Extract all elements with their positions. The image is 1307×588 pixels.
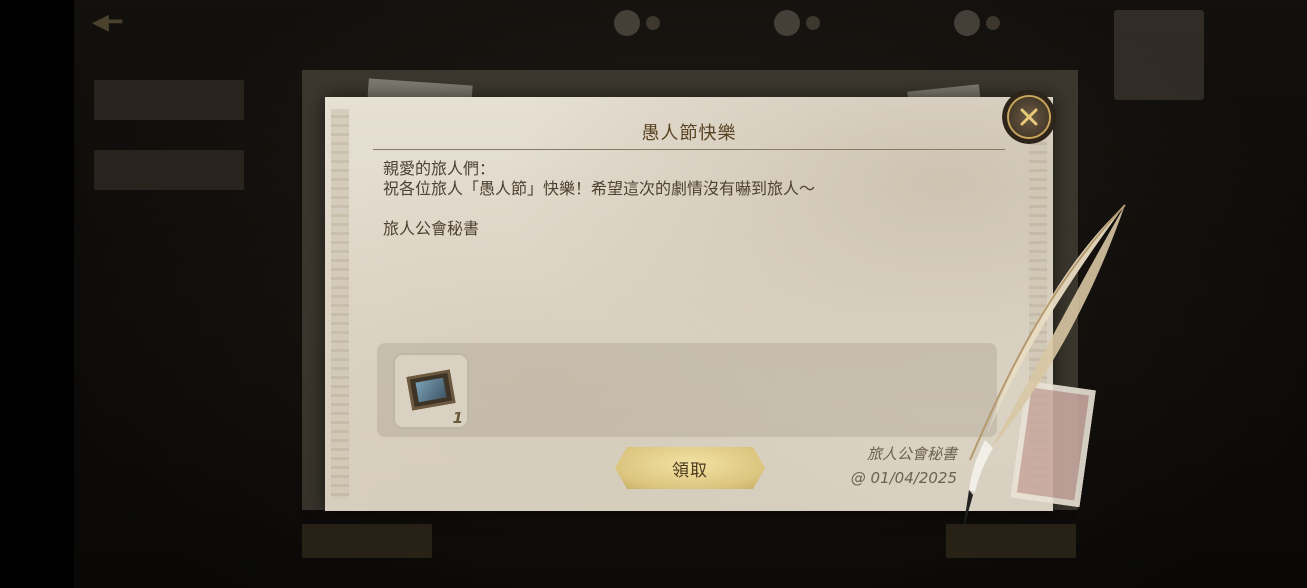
back-arrow-icon: ◀━ [92, 10, 123, 35]
stamina-icon [954, 10, 980, 36]
letter-body: 親愛的旅人們： 祝各位旅人「愚人節」快樂！希望這次的劇情沒有嚇到旅人～ 旅人公會… [383, 159, 1003, 239]
close-icon [1009, 97, 1049, 137]
signature-date: @ 01/04/2025 [850, 469, 957, 487]
letter-line: 祝各位旅人「愚人節」快樂！希望這次的劇情沒有嚇到旅人～ [383, 179, 816, 198]
resource-currency-3 [954, 10, 1000, 36]
bg-button [302, 524, 432, 558]
bg-window [1114, 10, 1204, 100]
letter-title: 愚人節快樂 [641, 123, 737, 144]
quill-pen-icon [963, 204, 1126, 530]
reward-item[interactable]: 1 [393, 353, 469, 429]
title-divider [373, 149, 1005, 150]
coin-icon [614, 10, 640, 36]
claim-button[interactable]: 領取 [615, 447, 765, 489]
mail-letter-panel: 愚人節快樂 親愛的旅人們： 祝各位旅人「愚人節」快樂！希望這次的劇情沒有嚇到旅人… [325, 97, 1053, 511]
resource-currency-1 [614, 10, 660, 36]
letter-line: 親愛的旅人們： [383, 159, 496, 178]
signature-name: 旅人公會秘書 [866, 445, 957, 463]
letter-border [331, 109, 349, 499]
close-button[interactable] [1002, 90, 1056, 144]
reward-panel: 1 [377, 343, 997, 437]
letter-line [383, 199, 1003, 219]
plus-icon [806, 16, 820, 30]
bg-menu-item [94, 150, 244, 190]
letter-line: 旅人公會秘書 [383, 219, 480, 238]
framed-portrait-icon [406, 369, 456, 411]
plus-icon [986, 16, 1000, 30]
resource-currency-2 [774, 10, 820, 36]
bg-menu-item [94, 80, 244, 120]
gem-icon [774, 10, 800, 36]
plus-icon [646, 16, 660, 30]
signature-block: 旅人公會秘書 @ 01/04/2025 [851, 442, 957, 490]
reward-count: 1 [452, 409, 463, 427]
